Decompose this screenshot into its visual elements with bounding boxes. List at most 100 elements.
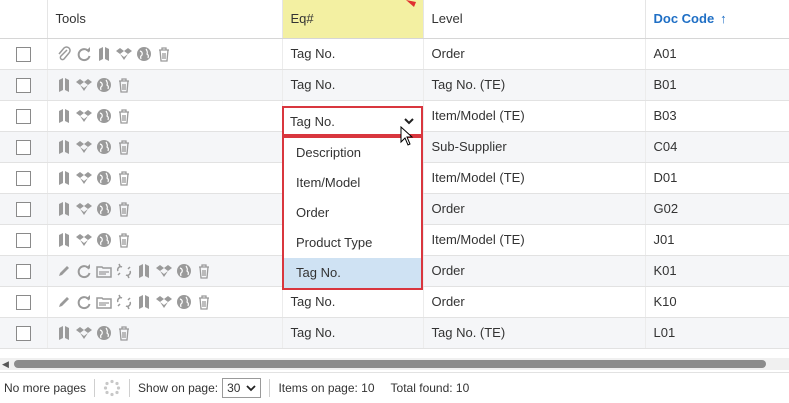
page-size-select[interactable]: 30 (222, 378, 262, 398)
book-icon[interactable] (136, 263, 152, 279)
table-row[interactable]: Tag No. Tag No. (TE) B01 (0, 69, 789, 101)
scroll-left-icon[interactable]: ◀ (2, 360, 9, 369)
dropbox-icon[interactable] (115, 46, 132, 62)
dropdown-option[interactable]: Item/Model (284, 168, 421, 198)
pencil-icon[interactable] (56, 294, 72, 310)
horizontal-scrollbar[interactable]: ◀ (0, 358, 789, 370)
row-checkbox[interactable] (15, 77, 31, 93)
paperclip-icon[interactable] (56, 45, 72, 62)
refresh-icon[interactable] (76, 46, 92, 62)
level-cell[interactable]: Tag No. (TE) (423, 69, 646, 101)
globe-icon[interactable] (136, 46, 152, 62)
level-cell[interactable]: Order (423, 38, 646, 70)
doc-code-cell[interactable]: B03 (645, 100, 789, 132)
globe-icon[interactable] (96, 139, 112, 155)
doc-code-cell[interactable]: K10 (645, 286, 789, 318)
book-icon[interactable] (56, 139, 72, 155)
globe-icon[interactable] (176, 294, 192, 310)
trash-icon[interactable] (116, 232, 132, 248)
table-row[interactable]: Tag No. Order A01 (0, 38, 789, 70)
doc-code-cell[interactable]: G02 (645, 193, 789, 225)
doc-code-cell[interactable]: C04 (645, 131, 789, 163)
trash-icon[interactable] (116, 77, 132, 93)
level-cell[interactable]: Order (423, 286, 646, 318)
book-icon[interactable] (56, 325, 72, 341)
book-icon[interactable] (56, 170, 72, 186)
dropbox-icon[interactable] (75, 201, 92, 217)
unlink-icon[interactable] (116, 294, 132, 310)
row-checkbox[interactable] (15, 46, 31, 62)
refresh-icon[interactable] (76, 294, 92, 310)
dropbox-icon[interactable] (75, 170, 92, 186)
trash-icon[interactable] (196, 294, 212, 310)
chevron-down-icon[interactable] (403, 116, 415, 126)
doc-code-cell[interactable]: A01 (645, 38, 789, 70)
book-icon[interactable] (56, 108, 72, 124)
globe-icon[interactable] (96, 232, 112, 248)
dropbox-icon[interactable] (75, 139, 92, 155)
globe-icon[interactable] (96, 201, 112, 217)
row-checkbox[interactable] (15, 263, 31, 279)
globe-icon[interactable] (96, 325, 112, 341)
trash-icon[interactable] (116, 201, 132, 217)
column-header-tools[interactable]: Tools (47, 0, 283, 39)
dropdown-option[interactable]: Order (284, 198, 421, 228)
row-checkbox[interactable] (15, 108, 31, 124)
globe-icon[interactable] (96, 77, 112, 93)
dropdown-option[interactable]: Product Type (284, 228, 421, 258)
level-cell[interactable]: Tag No. (TE) (423, 317, 646, 349)
doc-code-cell[interactable]: B01 (645, 69, 789, 101)
level-cell[interactable]: Order (423, 193, 646, 225)
table-row[interactable]: Tag No. Tag No. (TE) L01 (0, 317, 789, 349)
globe-icon[interactable] (176, 263, 192, 279)
level-cell[interactable]: Sub-Supplier (423, 131, 646, 163)
pencil-icon[interactable] (56, 263, 72, 279)
level-cell[interactable]: Item/Model (TE) (423, 162, 646, 194)
dropbox-icon[interactable] (75, 108, 92, 124)
row-checkbox[interactable] (15, 139, 31, 155)
book-icon[interactable] (96, 46, 112, 62)
dropbox-icon[interactable] (75, 325, 92, 341)
book-icon[interactable] (56, 232, 72, 248)
eq-cell[interactable]: Tag No. (282, 317, 424, 349)
trash-icon[interactable] (156, 46, 172, 62)
trash-icon[interactable] (116, 139, 132, 155)
dropdown-option[interactable]: Tag No. (284, 258, 421, 288)
level-cell[interactable]: Item/Model (TE) (423, 224, 646, 256)
globe-icon[interactable] (96, 108, 112, 124)
level-cell[interactable]: Order (423, 255, 646, 287)
book-icon[interactable] (136, 294, 152, 310)
column-header-level[interactable]: Level (423, 0, 646, 39)
trash-icon[interactable] (196, 263, 212, 279)
book-icon[interactable] (56, 77, 72, 93)
dropbox-icon[interactable] (155, 263, 172, 279)
eq-cell[interactable]: Tag No. (282, 286, 424, 318)
trash-icon[interactable] (116, 108, 132, 124)
doc-code-cell[interactable]: J01 (645, 224, 789, 256)
row-checkbox[interactable] (15, 201, 31, 217)
doc-code-cell[interactable]: D01 (645, 162, 789, 194)
dropbox-icon[interactable] (75, 77, 92, 93)
book-icon[interactable] (56, 201, 72, 217)
row-checkbox[interactable] (15, 232, 31, 248)
row-checkbox[interactable] (15, 170, 31, 186)
trash-icon[interactable] (116, 325, 132, 341)
level-cell[interactable]: Item/Model (TE) (423, 100, 646, 132)
row-checkbox[interactable] (15, 325, 31, 341)
scrollbar-thumb[interactable] (14, 360, 766, 368)
folder-icon[interactable] (95, 263, 112, 279)
globe-icon[interactable] (96, 170, 112, 186)
doc-code-cell[interactable]: K01 (645, 255, 789, 287)
table-row[interactable]: Tag No. Order K10 (0, 286, 789, 318)
folder-icon[interactable] (95, 294, 112, 310)
eq-cell[interactable]: Tag No. (282, 69, 424, 101)
dropbox-icon[interactable] (155, 294, 172, 310)
dropbox-icon[interactable] (75, 232, 92, 248)
row-checkbox[interactable] (15, 294, 31, 310)
column-header-doc-code[interactable]: Doc Code ↑ (645, 0, 789, 39)
refresh-icon[interactable] (76, 263, 92, 279)
trash-icon[interactable] (116, 170, 132, 186)
unlink-icon[interactable] (116, 263, 132, 279)
eq-cell[interactable]: Tag No. (282, 38, 424, 70)
doc-code-cell[interactable]: L01 (645, 317, 789, 349)
